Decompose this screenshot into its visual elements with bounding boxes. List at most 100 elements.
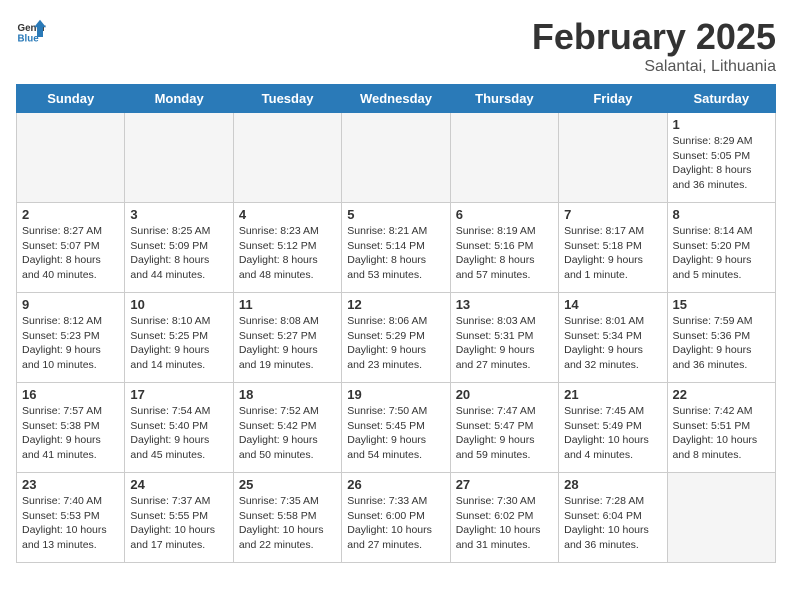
title-block: February 2025 Salantai, Lithuania <box>532 16 776 76</box>
calendar-cell: 13 Sunrise: 8:03 AM Sunset: 5:31 PM Dayli… <box>450 293 558 383</box>
day-number: 21 <box>564 387 661 402</box>
day-info: Sunrise: 8:25 AM Sunset: 5:09 PM Dayligh… <box>130 224 227 283</box>
day-info: Sunrise: 7:37 AM Sunset: 5:55 PM Dayligh… <box>130 494 227 553</box>
day-number: 5 <box>347 207 444 222</box>
calendar-cell: 21 Sunrise: 7:45 AM Sunset: 5:49 PM Dayli… <box>559 383 667 473</box>
calendar-cell: 28 Sunrise: 7:28 AM Sunset: 6:04 PM Dayli… <box>559 473 667 563</box>
day-info: Sunrise: 8:21 AM Sunset: 5:14 PM Dayligh… <box>347 224 444 283</box>
calendar-cell: 27 Sunrise: 7:30 AM Sunset: 6:02 PM Dayli… <box>450 473 558 563</box>
weekday-header-friday: Friday <box>559 85 667 113</box>
day-info: Sunrise: 8:03 AM Sunset: 5:31 PM Dayligh… <box>456 314 553 373</box>
day-info: Sunrise: 7:52 AM Sunset: 5:42 PM Dayligh… <box>239 404 336 463</box>
calendar-cell <box>125 113 233 203</box>
day-number: 10 <box>130 297 227 312</box>
day-number: 1 <box>673 117 770 132</box>
calendar-table: SundayMondayTuesdayWednesdayThursdayFrid… <box>16 84 776 563</box>
day-info: Sunrise: 7:45 AM Sunset: 5:49 PM Dayligh… <box>564 404 661 463</box>
day-info: Sunrise: 8:06 AM Sunset: 5:29 PM Dayligh… <box>347 314 444 373</box>
calendar-cell: 26 Sunrise: 7:33 AM Sunset: 6:00 PM Dayli… <box>342 473 450 563</box>
calendar-cell: 1 Sunrise: 8:29 AM Sunset: 5:05 PM Daylig… <box>667 113 775 203</box>
day-info: Sunrise: 7:57 AM Sunset: 5:38 PM Dayligh… <box>22 404 119 463</box>
day-number: 6 <box>456 207 553 222</box>
calendar-cell: 12 Sunrise: 8:06 AM Sunset: 5:29 PM Dayli… <box>342 293 450 383</box>
calendar-cell: 4 Sunrise: 8:23 AM Sunset: 5:12 PM Daylig… <box>233 203 341 293</box>
calendar-cell: 14 Sunrise: 8:01 AM Sunset: 5:34 PM Dayli… <box>559 293 667 383</box>
weekday-header-monday: Monday <box>125 85 233 113</box>
day-info: Sunrise: 8:27 AM Sunset: 5:07 PM Dayligh… <box>22 224 119 283</box>
day-info: Sunrise: 7:54 AM Sunset: 5:40 PM Dayligh… <box>130 404 227 463</box>
calendar-cell: 6 Sunrise: 8:19 AM Sunset: 5:16 PM Daylig… <box>450 203 558 293</box>
day-number: 26 <box>347 477 444 492</box>
day-number: 15 <box>673 297 770 312</box>
calendar-cell: 25 Sunrise: 7:35 AM Sunset: 5:58 PM Dayli… <box>233 473 341 563</box>
day-number: 7 <box>564 207 661 222</box>
day-info: Sunrise: 8:19 AM Sunset: 5:16 PM Dayligh… <box>456 224 553 283</box>
day-info: Sunrise: 7:30 AM Sunset: 6:02 PM Dayligh… <box>456 494 553 553</box>
day-number: 9 <box>22 297 119 312</box>
day-info: Sunrise: 7:33 AM Sunset: 6:00 PM Dayligh… <box>347 494 444 553</box>
day-info: Sunrise: 8:14 AM Sunset: 5:20 PM Dayligh… <box>673 224 770 283</box>
day-info: Sunrise: 7:47 AM Sunset: 5:47 PM Dayligh… <box>456 404 553 463</box>
page-header: General Blue February 2025 Salantai, Lit… <box>16 16 776 76</box>
calendar-cell: 9Sunrise: 8:12 AM Sunset: 5:23 PM Daylig… <box>17 293 125 383</box>
svg-text:Blue: Blue <box>18 34 40 45</box>
day-info: Sunrise: 7:50 AM Sunset: 5:45 PM Dayligh… <box>347 404 444 463</box>
calendar-cell: 16 Sunrise: 7:57 AM Sunset: 5:38 PM Dayli… <box>17 383 125 473</box>
calendar-cell: 15 Sunrise: 7:59 AM Sunset: 5:36 PM Dayli… <box>667 293 775 383</box>
day-number: 25 <box>239 477 336 492</box>
day-number: 14 <box>564 297 661 312</box>
calendar-cell: 7 Sunrise: 8:17 AM Sunset: 5:18 PM Daylig… <box>559 203 667 293</box>
day-info: Sunrise: 8:08 AM Sunset: 5:27 PM Dayligh… <box>239 314 336 373</box>
logo: General Blue <box>16 16 46 46</box>
calendar-cell <box>450 113 558 203</box>
calendar-cell: 8 Sunrise: 8:14 AM Sunset: 5:20 PM Daylig… <box>667 203 775 293</box>
weekday-header-tuesday: Tuesday <box>233 85 341 113</box>
day-info: Sunrise: 8:29 AM Sunset: 5:05 PM Dayligh… <box>673 134 770 193</box>
calendar-cell: 24 Sunrise: 7:37 AM Sunset: 5:55 PM Dayli… <box>125 473 233 563</box>
day-info: Sunrise: 8:10 AM Sunset: 5:25 PM Dayligh… <box>130 314 227 373</box>
logo-icon: General Blue <box>16 16 46 46</box>
day-number: 24 <box>130 477 227 492</box>
calendar-cell: 11 Sunrise: 8:08 AM Sunset: 5:27 PM Dayli… <box>233 293 341 383</box>
day-number: 12 <box>347 297 444 312</box>
day-info: Sunrise: 7:35 AM Sunset: 5:58 PM Dayligh… <box>239 494 336 553</box>
day-number: 18 <box>239 387 336 402</box>
calendar-cell: 22Sunrise: 7:42 AM Sunset: 5:51 PM Dayli… <box>667 383 775 473</box>
day-number: 17 <box>130 387 227 402</box>
day-info: Sunrise: 8:17 AM Sunset: 5:18 PM Dayligh… <box>564 224 661 283</box>
day-info: Sunrise: 7:40 AM Sunset: 5:53 PM Dayligh… <box>22 494 119 553</box>
day-number: 3 <box>130 207 227 222</box>
weekday-header-sunday: Sunday <box>17 85 125 113</box>
day-info: Sunrise: 7:28 AM Sunset: 6:04 PM Dayligh… <box>564 494 661 553</box>
weekday-header-thursday: Thursday <box>450 85 558 113</box>
day-number: 19 <box>347 387 444 402</box>
weekday-header-wednesday: Wednesday <box>342 85 450 113</box>
calendar-cell <box>559 113 667 203</box>
calendar-cell: 18 Sunrise: 7:52 AM Sunset: 5:42 PM Dayli… <box>233 383 341 473</box>
day-number: 11 <box>239 297 336 312</box>
day-number: 4 <box>239 207 336 222</box>
day-number: 22 <box>673 387 770 402</box>
calendar-cell: 17 Sunrise: 7:54 AM Sunset: 5:40 PM Dayli… <box>125 383 233 473</box>
calendar-cell <box>667 473 775 563</box>
day-number: 20 <box>456 387 553 402</box>
day-number: 27 <box>456 477 553 492</box>
day-info: Sunrise: 8:01 AM Sunset: 5:34 PM Dayligh… <box>564 314 661 373</box>
day-number: 28 <box>564 477 661 492</box>
calendar-cell <box>17 113 125 203</box>
calendar-cell: 23 Sunrise: 7:40 AM Sunset: 5:53 PM Dayli… <box>17 473 125 563</box>
calendar-cell <box>342 113 450 203</box>
day-number: 2 <box>22 207 119 222</box>
day-number: 16 <box>22 387 119 402</box>
calendar-cell: 3 Sunrise: 8:25 AM Sunset: 5:09 PM Daylig… <box>125 203 233 293</box>
calendar-cell: 2 Sunrise: 8:27 AM Sunset: 5:07 PM Daylig… <box>17 203 125 293</box>
calendar-cell: 19 Sunrise: 7:50 AM Sunset: 5:45 PM Dayli… <box>342 383 450 473</box>
day-info: Sunrise: 8:23 AM Sunset: 5:12 PM Dayligh… <box>239 224 336 283</box>
calendar-title: February 2025 <box>532 16 776 58</box>
weekday-header-saturday: Saturday <box>667 85 775 113</box>
day-info: Sunrise: 7:59 AM Sunset: 5:36 PM Dayligh… <box>673 314 770 373</box>
day-number: 8 <box>673 207 770 222</box>
calendar-cell: 10 Sunrise: 8:10 AM Sunset: 5:25 PM Dayli… <box>125 293 233 383</box>
day-number: 13 <box>456 297 553 312</box>
day-number: 23 <box>22 477 119 492</box>
